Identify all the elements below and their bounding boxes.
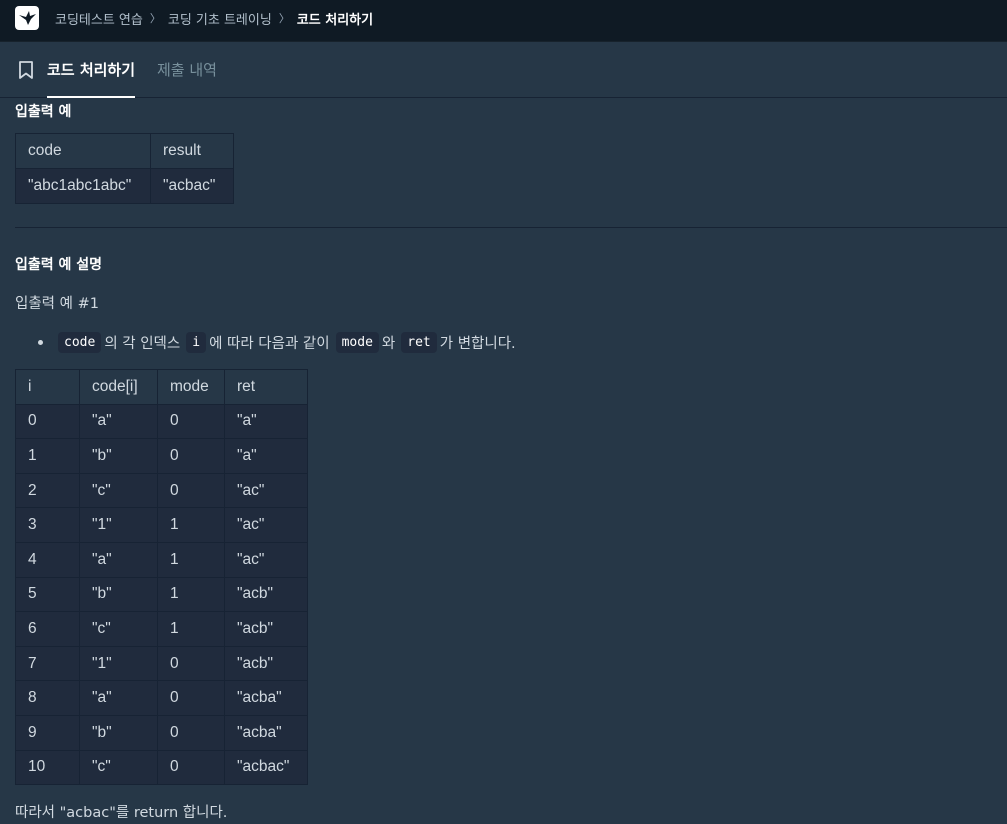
inline-code: i bbox=[186, 332, 207, 353]
breadcrumb-coding-test-practice[interactable]: 코딩테스트 연습 bbox=[55, 9, 143, 28]
table-row: 1 "b" 0 "a" bbox=[15, 438, 308, 474]
table-row: 3 "1" 1 "ac" bbox=[15, 507, 308, 543]
table-cell: "ac" bbox=[224, 507, 308, 543]
table-cell: "c" bbox=[79, 611, 158, 647]
explanation-heading: 입출력 예 설명 bbox=[15, 257, 103, 273]
table-cell: "a" bbox=[79, 541, 158, 578]
table-cell: 0 bbox=[157, 403, 225, 440]
table-cell: "acbac" bbox=[150, 168, 234, 204]
table-cell: 4 bbox=[15, 541, 80, 578]
table-row: 8 "a" 0 "acba" bbox=[15, 680, 308, 716]
table-header-row: code result bbox=[15, 133, 234, 169]
table-cell: "b" bbox=[79, 438, 158, 474]
chevron-right-icon: 〉 bbox=[278, 12, 290, 25]
tab-bar: 코드 처리하기 제출 내역 bbox=[0, 42, 1007, 98]
table-cell: "acba" bbox=[224, 680, 308, 716]
table-cell: "a" bbox=[79, 680, 158, 716]
table-cell: "c" bbox=[79, 472, 158, 509]
table-cell: 0 bbox=[157, 438, 225, 474]
inline-code: mode bbox=[335, 332, 379, 353]
table-cell: "ac" bbox=[224, 541, 308, 578]
table-cell: "abc1abc1abc" bbox=[15, 168, 151, 204]
breadcrumb-current-problem: 코드 처리하기 bbox=[296, 12, 374, 28]
table-cell: 2 bbox=[15, 472, 80, 509]
table-row: 7 "1" 0 "acb" bbox=[15, 645, 308, 682]
chevron-right-icon: 〉 bbox=[149, 12, 161, 25]
table-row: 9 "b" 0 "acba" bbox=[15, 714, 308, 751]
table-cell: "acb" bbox=[224, 611, 308, 647]
table-row: 10 "c" 0 "acbac" bbox=[15, 749, 308, 786]
column-header: code bbox=[15, 133, 151, 169]
explanation-bullet: code 의 각 인덱스 i 에 따라 다음과 같이 mode 와 ret 가 … bbox=[38, 332, 516, 353]
table-cell: "acb" bbox=[224, 645, 308, 682]
table-cell: 0 bbox=[157, 645, 225, 682]
conclusion-text: 따라서 "acbac"를 return 합니다. bbox=[15, 805, 228, 821]
table-cell: 1 bbox=[157, 541, 225, 578]
column-header: code[i] bbox=[79, 369, 158, 405]
table-cell: "c" bbox=[79, 749, 158, 786]
table-cell: 5 bbox=[15, 576, 80, 613]
bullet-text: 와 bbox=[381, 336, 396, 352]
table-cell: 7 bbox=[15, 645, 80, 682]
bullet-dot-icon bbox=[38, 340, 43, 345]
programmers-logo-icon[interactable] bbox=[15, 6, 39, 30]
section-divider bbox=[15, 227, 1007, 228]
table-cell: 1 bbox=[15, 438, 80, 474]
table-cell: 0 bbox=[15, 403, 80, 440]
breadcrumb: 코딩테스트 연습 〉 코딩 기초 트레이닝 〉 코드 처리하기 bbox=[55, 0, 373, 36]
table-row: 5 "b" 1 "acb" bbox=[15, 576, 308, 613]
table-cell: "1" bbox=[79, 507, 158, 543]
table-cell: 1 bbox=[157, 507, 225, 543]
table-cell: 9 bbox=[15, 714, 80, 751]
top-navigation-bar: 코딩테스트 연습 〉 코딩 기초 트레이닝 〉 코드 처리하기 bbox=[0, 0, 1007, 42]
bookmark-icon[interactable] bbox=[18, 61, 34, 84]
example-table: code result "abc1abc1abc" "acbac" bbox=[15, 133, 234, 204]
table-cell: 0 bbox=[157, 714, 225, 751]
table-cell: 0 bbox=[157, 749, 225, 786]
table-header-row: i code[i] mode ret bbox=[15, 369, 308, 405]
column-header: ret bbox=[224, 369, 308, 405]
bullet-text: 가 변합니다. bbox=[439, 336, 516, 352]
table-cell: 0 bbox=[157, 680, 225, 716]
table-cell: "acbac" bbox=[224, 749, 308, 786]
table-row: 2 "c" 0 "ac" bbox=[15, 472, 308, 509]
table-cell: "acb" bbox=[224, 576, 308, 613]
table-cell: "b" bbox=[79, 576, 158, 613]
table-cell: "a" bbox=[79, 403, 158, 440]
table-row: 4 "a" 1 "ac" bbox=[15, 541, 308, 578]
column-header: result bbox=[150, 133, 234, 169]
bullet-text: 의 각 인덱스 bbox=[104, 336, 181, 352]
table-cell: "ac" bbox=[224, 472, 308, 509]
bullet-text: 에 따라 다음과 같이 bbox=[209, 336, 330, 352]
example-heading: 입출력 예 bbox=[15, 104, 72, 120]
trace-table: i code[i] mode ret 0 "a" 0 "a" 1 "b" 0 "a" 2 "c" 0… bbox=[15, 369, 308, 786]
table-row: "abc1abc1abc" "acbac" bbox=[15, 168, 234, 204]
inline-code: ret bbox=[401, 332, 437, 353]
table-cell: "a" bbox=[224, 438, 308, 474]
column-header: i bbox=[15, 369, 80, 405]
table-cell: "a" bbox=[224, 403, 308, 440]
column-header: mode bbox=[157, 369, 225, 405]
table-cell: 3 bbox=[15, 507, 80, 543]
inline-code: code bbox=[58, 332, 102, 353]
table-cell: 6 bbox=[15, 611, 80, 647]
table-row: 0 "a" 0 "a" bbox=[15, 403, 308, 440]
tab-problem[interactable]: 코드 처리하기 bbox=[47, 59, 136, 98]
table-cell: "1" bbox=[79, 645, 158, 682]
table-cell: "acba" bbox=[224, 714, 308, 751]
tab-submission-history[interactable]: 제출 내역 bbox=[157, 59, 217, 98]
table-cell: 1 bbox=[157, 576, 225, 613]
breadcrumb-coding-basics-training[interactable]: 코딩 기초 트레이닝 bbox=[168, 9, 272, 28]
table-row: 6 "c" 1 "acb" bbox=[15, 611, 308, 647]
table-cell: 10 bbox=[15, 749, 80, 786]
table-cell: 0 bbox=[157, 472, 225, 509]
table-cell: 1 bbox=[157, 611, 225, 647]
table-cell: "b" bbox=[79, 714, 158, 751]
table-cell: 8 bbox=[15, 680, 80, 716]
example-subheading: 입출력 예 #1 bbox=[15, 296, 99, 312]
